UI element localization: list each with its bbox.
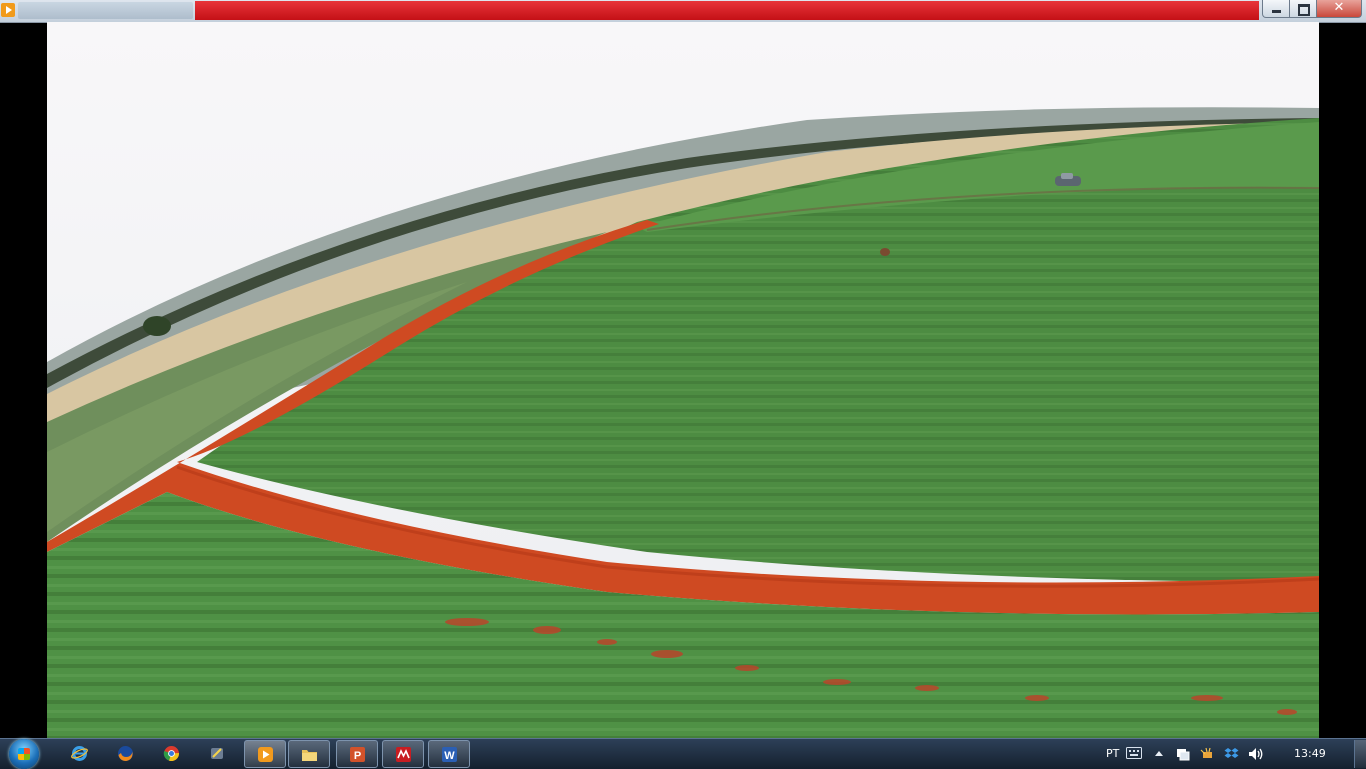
volume-icon[interactable] (1248, 747, 1264, 761)
show-hidden-icons-icon[interactable] (1155, 750, 1163, 756)
keyboard-icon[interactable] (1126, 747, 1142, 759)
file-explorer-icon (302, 750, 317, 761)
powerpoint-letter: P (354, 750, 361, 762)
window-title-bar[interactable]: ✕ (0, 0, 1366, 23)
show-desktop-button[interactable] (1354, 740, 1366, 768)
media-player-icon (258, 747, 273, 762)
app-glyph (211, 748, 223, 759)
word-letter: W (444, 750, 455, 762)
chrome-glyph (163, 746, 180, 762)
pdf-editor-icon (396, 747, 411, 762)
taskbar-file-explorer[interactable] (288, 740, 330, 768)
close-icon: ✕ (1333, 0, 1345, 15)
windows-orb-icon[interactable] (9, 739, 39, 769)
firefox-glyph (118, 746, 133, 761)
taskbar-media-player[interactable] (244, 740, 286, 768)
app-icon[interactable] (200, 741, 236, 767)
clock[interactable]: 13:49 (1294, 747, 1326, 760)
maximize-button[interactable] (1289, 0, 1317, 18)
media-player-app-icon[interactable] (1, 3, 15, 17)
internet-explorer-icon[interactable] (62, 741, 98, 767)
close-button[interactable]: ✕ (1316, 0, 1362, 18)
minimize-button[interactable] (1262, 0, 1290, 18)
network-icon[interactable] (1176, 746, 1190, 761)
video-frame[interactable] (47, 22, 1319, 738)
powerpoint-icon: P (350, 747, 365, 762)
internet-explorer-glyph (71, 746, 88, 761)
dropbox-icon[interactable] (1224, 746, 1239, 761)
power-icon[interactable] (1200, 746, 1214, 761)
taskbar: P W PT 13:49 (0, 738, 1366, 769)
window-title (195, 1, 1259, 20)
word-icon: W (442, 747, 457, 762)
taskbar-word[interactable]: W (428, 740, 470, 768)
taskbar-powerpoint[interactable]: P (336, 740, 378, 768)
chrome-icon[interactable] (154, 741, 190, 767)
language-indicator[interactable]: PT (1106, 747, 1119, 760)
taskbar-pdf-editor[interactable] (382, 740, 424, 768)
title-bar-left-section (18, 2, 193, 19)
firefox-icon[interactable] (108, 741, 144, 767)
aerial-field-image (47, 22, 1319, 738)
